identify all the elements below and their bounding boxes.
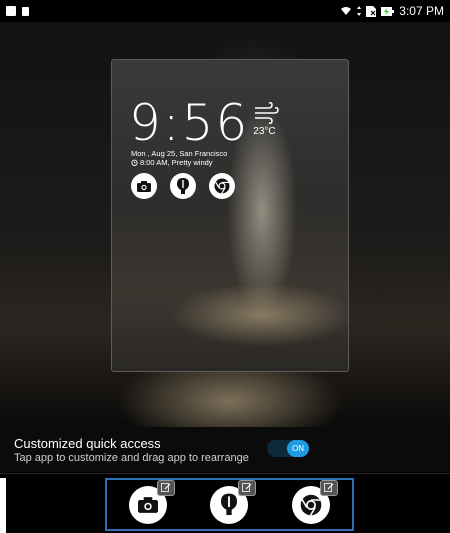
- pencil-icon: [160, 483, 171, 492]
- status-time: 3:07 PM: [399, 4, 444, 18]
- temperature: 23°C: [253, 126, 276, 137]
- date-location: Mon , Aug 25, San Francisco: [131, 149, 228, 158]
- status-right-icons: 3:07 PM: [340, 4, 444, 18]
- camera-icon: [137, 180, 151, 192]
- chrome-icon: [300, 494, 322, 516]
- pencil-icon: [242, 483, 252, 492]
- signal-arrows-icon: [357, 6, 362, 16]
- windy-icon: [255, 102, 280, 124]
- alarm-text: 8:00 AM, Pretty windy: [140, 158, 213, 167]
- setting-title: Customized quick access: [14, 436, 161, 451]
- lockscreen-preview: 9:56 23°C Mon , Aug 25, San Francisco 8:…: [111, 59, 349, 372]
- no-sim-icon: [366, 5, 377, 17]
- toggle-knob: ON: [287, 440, 309, 457]
- flashlight-icon: [221, 493, 238, 515]
- clock-row: 9:56 23°C: [129, 94, 280, 152]
- chrome-icon: [214, 178, 230, 194]
- quick-access-setting[interactable]: Customized quick access Tap app to custo…: [0, 427, 450, 472]
- weather-box: 23°C: [253, 102, 280, 137]
- edit-badge-icon[interactable]: [320, 479, 339, 496]
- divider: [0, 473, 450, 474]
- sd-card-icon: [22, 6, 29, 16]
- edit-badge-icon[interactable]: [156, 479, 175, 496]
- alarm-info: 8:00 AM, Pretty windy: [131, 158, 213, 167]
- preview-chrome-shortcut: [209, 173, 235, 199]
- setting-subtitle: Tap app to customize and drag app to rea…: [14, 452, 249, 464]
- dock-camera-app[interactable]: [128, 479, 175, 524]
- battery-charging-icon: [381, 6, 395, 16]
- flashlight-icon: [177, 177, 189, 194]
- preview-clock: 9:56: [129, 94, 250, 152]
- status-bar: 3:07 PM: [0, 0, 450, 22]
- dock-flashlight-app[interactable]: [210, 479, 257, 524]
- pencil-icon: [324, 483, 334, 492]
- quick-access-toggle[interactable]: ON: [267, 440, 309, 457]
- edge-strip: [0, 478, 6, 533]
- preview-app-shortcuts: [131, 173, 235, 199]
- camera-icon: [137, 496, 158, 513]
- preview-camera-shortcut: [131, 173, 157, 199]
- wifi-icon: [341, 7, 352, 15]
- alarm-clock-icon: [131, 159, 138, 166]
- notification-icon: [6, 6, 16, 16]
- quick-access-app-dock: [105, 478, 354, 531]
- status-left-icons: [6, 6, 29, 16]
- edit-badge-icon[interactable]: [238, 479, 257, 496]
- dock-chrome-app[interactable]: [292, 479, 339, 524]
- preview-flashlight-shortcut: [170, 173, 196, 199]
